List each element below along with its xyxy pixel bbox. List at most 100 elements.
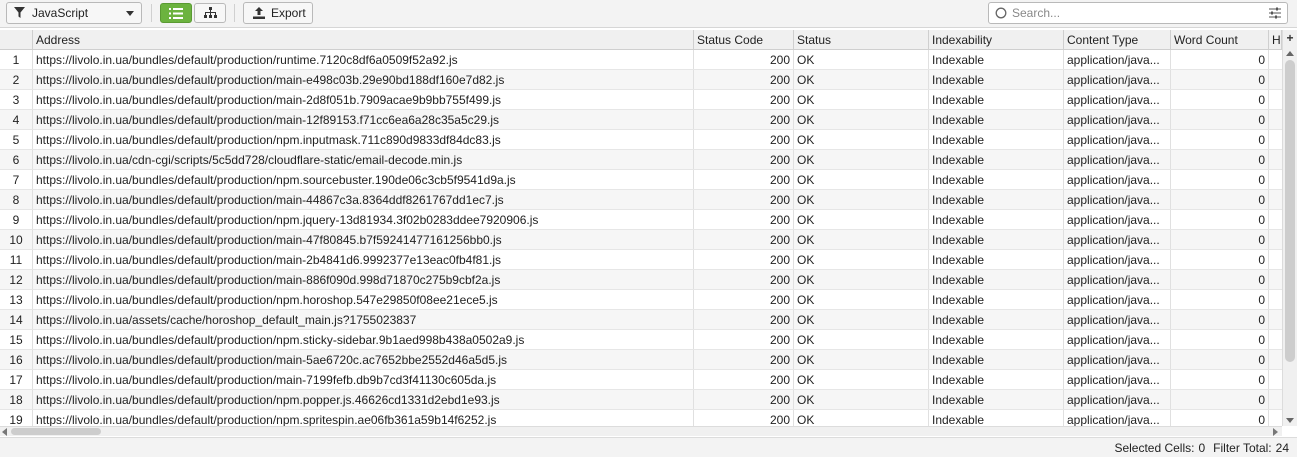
filter-dropdown[interactable]: JavaScript (6, 2, 142, 24)
indexability-cell[interactable]: Indexable (929, 310, 1064, 329)
content-type-cell[interactable]: application/java... (1064, 70, 1171, 89)
h-cell[interactable] (1269, 130, 1282, 149)
status-cell[interactable]: OK (794, 190, 929, 209)
status-code-cell[interactable]: 200 (694, 250, 794, 269)
row-number[interactable]: 15 (0, 330, 33, 349)
status-cell[interactable]: OK (794, 250, 929, 269)
indexability-cell[interactable]: Indexable (929, 210, 1064, 229)
row-number[interactable]: 14 (0, 310, 33, 329)
indexability-cell[interactable]: Indexable (929, 410, 1064, 426)
status-cell[interactable]: OK (794, 390, 929, 409)
content-type-cell[interactable]: application/java... (1064, 410, 1171, 426)
row-number[interactable]: 10 (0, 230, 33, 249)
h-cell[interactable] (1269, 90, 1282, 109)
address-cell[interactable]: https://livolo.in.ua/bundles/default/pro… (33, 70, 694, 89)
status-code-cell[interactable]: 200 (694, 350, 794, 369)
status-code-cell[interactable]: 200 (694, 70, 794, 89)
address-cell[interactable]: https://livolo.in.ua/bundles/default/pro… (33, 390, 694, 409)
h-cell[interactable] (1269, 170, 1282, 189)
address-cell[interactable]: https://livolo.in.ua/bundles/default/pro… (33, 270, 694, 289)
column-header-index[interactable] (0, 30, 33, 49)
h-cell[interactable] (1269, 270, 1282, 289)
row-number[interactable]: 3 (0, 90, 33, 109)
table-row[interactable]: 14 https://livolo.in.ua/assets/cache/horo… (0, 310, 1282, 330)
vertical-scrollbar[interactable]: + (1282, 30, 1297, 426)
address-cell[interactable]: https://livolo.in.ua/bundles/default/pro… (33, 190, 694, 209)
status-cell[interactable]: OK (794, 50, 929, 69)
table-row[interactable]: 8 https://livolo.in.ua/bundles/default/pr… (0, 190, 1282, 210)
status-cell[interactable]: OK (794, 270, 929, 289)
indexability-cell[interactable]: Indexable (929, 270, 1064, 289)
word-count-cell[interactable]: 0 (1171, 110, 1269, 129)
address-cell[interactable]: https://livolo.in.ua/bundles/default/pro… (33, 110, 694, 129)
status-cell[interactable]: OK (794, 210, 929, 229)
search-box[interactable] (988, 2, 1288, 24)
content-type-cell[interactable]: application/java... (1064, 130, 1171, 149)
h-cell[interactable] (1269, 250, 1282, 269)
status-cell[interactable]: OK (794, 110, 929, 129)
row-number[interactable]: 19 (0, 410, 33, 426)
status-code-cell[interactable]: 200 (694, 390, 794, 409)
status-cell[interactable]: OK (794, 150, 929, 169)
content-type-cell[interactable]: application/java... (1064, 230, 1171, 249)
h-cell[interactable] (1269, 330, 1282, 349)
h-cell[interactable] (1269, 70, 1282, 89)
column-header-status[interactable]: Status (794, 30, 929, 49)
word-count-cell[interactable]: 0 (1171, 230, 1269, 249)
h-cell[interactable] (1269, 370, 1282, 389)
h-cell[interactable] (1269, 310, 1282, 329)
status-code-cell[interactable]: 200 (694, 110, 794, 129)
table-row[interactable]: 12 https://livolo.in.ua/bundles/default/p… (0, 270, 1282, 290)
status-cell[interactable]: OK (794, 230, 929, 249)
address-cell[interactable]: https://livolo.in.ua/bundles/default/pro… (33, 370, 694, 389)
indexability-cell[interactable]: Indexable (929, 110, 1064, 129)
column-header-address[interactable]: Address (33, 30, 694, 49)
address-cell[interactable]: https://livolo.in.ua/bundles/default/pro… (33, 350, 694, 369)
vertical-scroll-thumb[interactable] (1285, 60, 1295, 362)
status-cell[interactable]: OK (794, 410, 929, 426)
status-code-cell[interactable]: 200 (694, 410, 794, 426)
indexability-cell[interactable]: Indexable (929, 70, 1064, 89)
indexability-cell[interactable]: Indexable (929, 170, 1064, 189)
status-cell[interactable]: OK (794, 310, 929, 329)
content-type-cell[interactable]: application/java... (1064, 330, 1171, 349)
content-type-cell[interactable]: application/java... (1064, 350, 1171, 369)
status-cell[interactable]: OK (794, 370, 929, 389)
status-cell[interactable]: OK (794, 130, 929, 149)
word-count-cell[interactable]: 0 (1171, 170, 1269, 189)
content-type-cell[interactable]: application/java... (1064, 170, 1171, 189)
table-row[interactable]: 13 https://livolo.in.ua/bundles/default/p… (0, 290, 1282, 310)
h-cell[interactable] (1269, 350, 1282, 369)
table-row[interactable]: 3 https://livolo.in.ua/bundles/default/pr… (0, 90, 1282, 110)
content-type-cell[interactable]: application/java... (1064, 310, 1171, 329)
scroll-left-icon[interactable] (2, 428, 7, 436)
row-number[interactable]: 7 (0, 170, 33, 189)
table-row[interactable]: 17 https://livolo.in.ua/bundles/default/p… (0, 370, 1282, 390)
content-type-cell[interactable]: application/java... (1064, 90, 1171, 109)
word-count-cell[interactable]: 0 (1171, 90, 1269, 109)
address-cell[interactable]: https://livolo.in.ua/assets/cache/horosh… (33, 310, 694, 329)
table-row[interactable]: 6 https://livolo.in.ua/cdn-cgi/scripts/5c… (0, 150, 1282, 170)
status-code-cell[interactable]: 200 (694, 90, 794, 109)
column-header-content-type[interactable]: Content Type (1064, 30, 1171, 49)
table-row[interactable]: 16 https://livolo.in.ua/bundles/default/p… (0, 350, 1282, 370)
table-row[interactable]: 19 https://livolo.in.ua/bundles/default/p… (0, 410, 1282, 426)
h-cell[interactable] (1269, 190, 1282, 209)
address-cell[interactable]: https://livolo.in.ua/bundles/default/pro… (33, 230, 694, 249)
word-count-cell[interactable]: 0 (1171, 290, 1269, 309)
content-type-cell[interactable]: application/java... (1064, 370, 1171, 389)
status-code-cell[interactable]: 200 (694, 130, 794, 149)
row-number[interactable]: 11 (0, 250, 33, 269)
word-count-cell[interactable]: 0 (1171, 190, 1269, 209)
table-row[interactable]: 18 https://livolo.in.ua/bundles/default/p… (0, 390, 1282, 410)
h-cell[interactable] (1269, 230, 1282, 249)
indexability-cell[interactable]: Indexable (929, 190, 1064, 209)
address-cell[interactable]: https://livolo.in.ua/bundles/default/pro… (33, 90, 694, 109)
row-number[interactable]: 2 (0, 70, 33, 89)
status-code-cell[interactable]: 200 (694, 270, 794, 289)
table-row[interactable]: 4 https://livolo.in.ua/bundles/default/pr… (0, 110, 1282, 130)
table-row[interactable]: 10 https://livolo.in.ua/bundles/default/p… (0, 230, 1282, 250)
indexability-cell[interactable]: Indexable (929, 230, 1064, 249)
status-code-cell[interactable]: 200 (694, 290, 794, 309)
status-code-cell[interactable]: 200 (694, 230, 794, 249)
